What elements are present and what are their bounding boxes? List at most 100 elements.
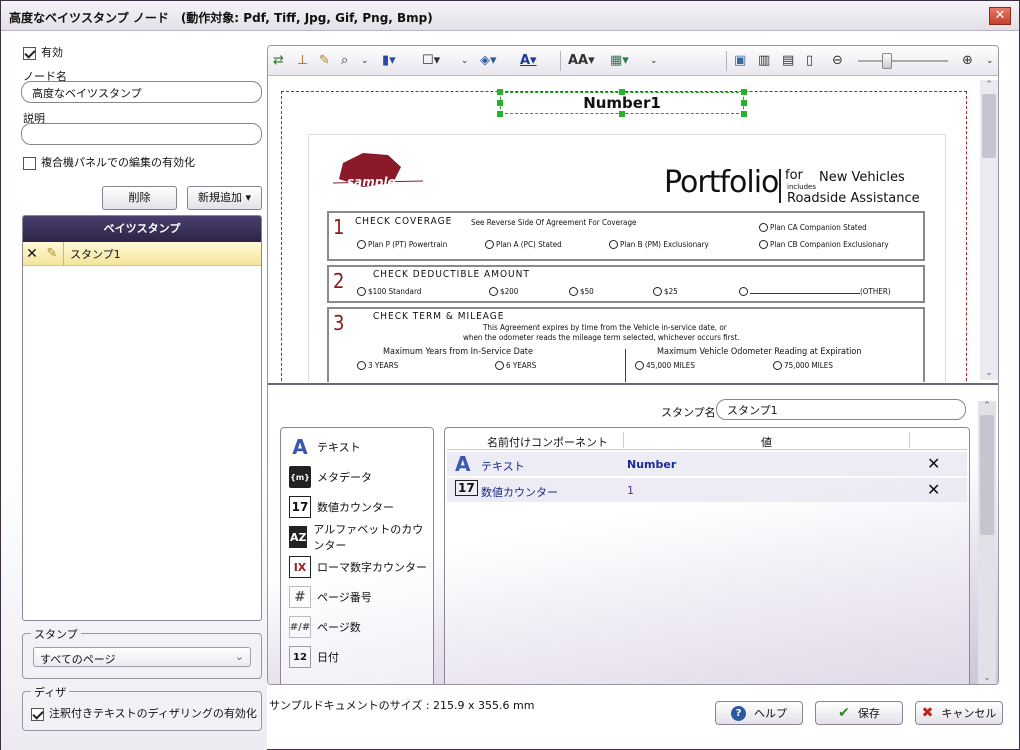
component-metadata[interactable]: {m} メタデータ [281, 462, 433, 492]
component-numeric-counter[interactable]: 17 数値カウンター [281, 492, 433, 522]
actual-size-icon[interactable]: ▯ [806, 52, 813, 70]
chevron-down-icon: ▾ [245, 191, 252, 204]
component-alpha-counter[interactable]: AZ アルファベットのカウンター [281, 522, 433, 552]
mfp-checkbox[interactable] [23, 156, 36, 170]
text-icon: A [292, 435, 308, 459]
date-icon: 12 [289, 646, 311, 668]
help-icon: ? [731, 705, 746, 721]
bates-stamp-list-panel: ベイツスタンプ ✕ ✎ スタンプ1 [22, 215, 262, 621]
component-text[interactable]: A テキスト [281, 432, 433, 462]
title-bar: 高度なベイツスタンプ ノード (動作対象: Pdf, Tiff, Jpg, Gi… [1, 1, 1019, 31]
grid-row[interactable]: A テキスト Number ✕ [447, 452, 967, 476]
doc-size-label: サンプルドキュメントのサイズ : 215.9 x 355.6 mm [269, 699, 535, 712]
zoom-out-icon[interactable]: ⊖ [832, 52, 843, 70]
description-input[interactable] [21, 123, 262, 145]
resize-handle[interactable] [741, 100, 747, 106]
component-roman-counter[interactable]: IX ローマ数字カウンター [281, 552, 433, 582]
includes-text: includes [787, 183, 817, 191]
image-icon[interactable]: ▣ [734, 52, 746, 70]
enabled-label: 有効 [41, 46, 63, 59]
enabled-checkbox[interactable] [23, 46, 36, 60]
stamp-pages-select[interactable]: すべてのページ ⌄ [33, 647, 251, 667]
dither-checkbox[interactable] [31, 707, 44, 721]
roadside-text: Roadside Assistance [787, 191, 920, 206]
font-color-icon[interactable]: A▾ [520, 52, 537, 70]
save-button[interactable]: ✔ 保存 [815, 701, 903, 725]
resize-handle[interactable] [497, 89, 503, 95]
border-icon[interactable]: ☐▾ [422, 52, 440, 70]
resize-handle[interactable] [619, 111, 625, 117]
overflow-icon[interactable]: ⌄ [650, 52, 658, 70]
resize-handle[interactable] [497, 111, 503, 117]
dither-checkbox-row[interactable]: 注釈付きテキストのディザリングの有効化 [31, 705, 257, 721]
metadata-icon: {m} [289, 466, 311, 488]
delete-button[interactable]: 削除 [102, 186, 177, 210]
overflow-icon[interactable]: ⌄ [461, 52, 469, 70]
preview-icon[interactable]: ⌕ [341, 52, 348, 70]
stamp-icon[interactable]: ⊥ [297, 52, 308, 70]
stamp-list-item[interactable]: ✕ ✎ スタンプ1 [23, 241, 261, 266]
roman-counter-icon: IX [289, 556, 311, 578]
preview-scrollbar[interactable]: ⌃ ⌄ [980, 80, 998, 380]
dither-group-label: ディザ [31, 684, 70, 700]
new-vehicles-text: New Vehicles [819, 170, 905, 185]
delete-x-icon[interactable]: ✕ [23, 246, 41, 262]
section-coverage: 1 CHECK COVERAGE See Reverse Side Of Agr… [327, 211, 925, 261]
component-page-count[interactable]: #/# ページ数 [281, 612, 433, 642]
component-page-number[interactable]: # ページ番号 [281, 582, 433, 612]
chevron-up-icon[interactable]: ⌃ [980, 80, 998, 90]
resize-handle[interactable] [741, 89, 747, 95]
zoom-slider-handle[interactable] [882, 53, 892, 69]
text-icon: A [455, 452, 471, 476]
numeric-counter-icon: 17 [289, 496, 311, 518]
close-icon: ✕ [994, 8, 1006, 23]
zoom-in-icon[interactable]: ⊕ [962, 52, 973, 70]
enabled-checkbox-row[interactable]: 有効 [23, 44, 63, 60]
bates-panel-title: ベイツスタンプ [23, 216, 261, 242]
background-icon[interactable]: ▦▾ [610, 52, 629, 70]
mfp-checkbox-row[interactable]: 複合機パネルでの編集の有効化 [23, 154, 195, 170]
window-title: 高度なベイツスタンプ ノード (動作対象: Pdf, Tiff, Jpg, Gi… [9, 11, 433, 25]
section-deductible: 2 CHECK DEDUCTIBLE AMOUNT $100 Standard … [327, 265, 925, 303]
editor-scrollbar[interactable]: ⌃ ⌄ [978, 401, 996, 684]
node-name-input[interactable]: 高度なベイツスタンプ [21, 81, 262, 103]
highlight-icon[interactable]: ◈▾ [480, 52, 497, 70]
stamp-name-label: スタンプ名 [661, 406, 716, 419]
fit-icon[interactable]: ⇄ [273, 52, 284, 70]
overflow-icon[interactable]: ⌄ [986, 52, 994, 70]
dither-group: ディザ 注釈付きテキストのディザリングの有効化 [22, 684, 262, 731]
for-text: for [785, 168, 803, 183]
font-size-icon[interactable]: AA▾ [568, 52, 595, 70]
alpha-counter-icon: AZ [289, 526, 308, 548]
cancel-button[interactable]: ✖ キャンセル [915, 701, 1003, 725]
chevron-up-icon[interactable]: ⌃ [978, 401, 996, 411]
edit-pencil-icon[interactable]: ✎ [41, 246, 63, 261]
component-list: A テキスト {m} メタデータ 17 数値カウンター AZ アルファベットのカウンター… [280, 427, 434, 684]
overflow-icon[interactable]: ⌄ [361, 52, 369, 70]
zoom-slider[interactable] [858, 53, 948, 69]
chevron-down-icon[interactable]: ⌄ [978, 673, 996, 683]
component-date[interactable]: 12 日付 [281, 642, 433, 672]
stamp-editor: スタンプ名 スタンプ1 A テキスト {m} メタデータ 17 数値カウンター AZ ア… [268, 383, 998, 684]
document-preview: sample Portfolio for New Vehicles includ… [278, 86, 968, 382]
stamp-name-input[interactable]: スタンプ1 [716, 399, 966, 420]
remove-row-icon[interactable]: ✕ [927, 454, 940, 473]
fit-page-icon[interactable]: ▥ [758, 52, 770, 70]
chevron-down-icon[interactable]: ⌄ [980, 368, 998, 378]
fit-width-icon[interactable]: ▤ [782, 52, 794, 70]
help-button[interactable]: ? ヘルプ [715, 701, 803, 725]
close-button[interactable]: ✕ [989, 7, 1011, 25]
resize-handle[interactable] [619, 89, 625, 95]
grid-row[interactable]: 17 数値カウンター 1 ✕ [447, 478, 967, 502]
check-icon: ✔ [838, 705, 850, 721]
scrollbar-thumb[interactable] [980, 415, 994, 535]
scrollbar-thumb[interactable] [982, 94, 996, 158]
page-number-icon: # [289, 586, 311, 608]
resize-handle[interactable] [741, 111, 747, 117]
numeric-counter-icon: 17 [455, 480, 478, 496]
fill-color-icon[interactable]: ▮▾ [382, 52, 396, 70]
edit-icon[interactable]: ✎ [319, 52, 330, 70]
resize-handle[interactable] [497, 100, 503, 106]
remove-row-icon[interactable]: ✕ [927, 480, 940, 499]
add-new-button[interactable]: 新規追加 ▾ [187, 186, 262, 210]
